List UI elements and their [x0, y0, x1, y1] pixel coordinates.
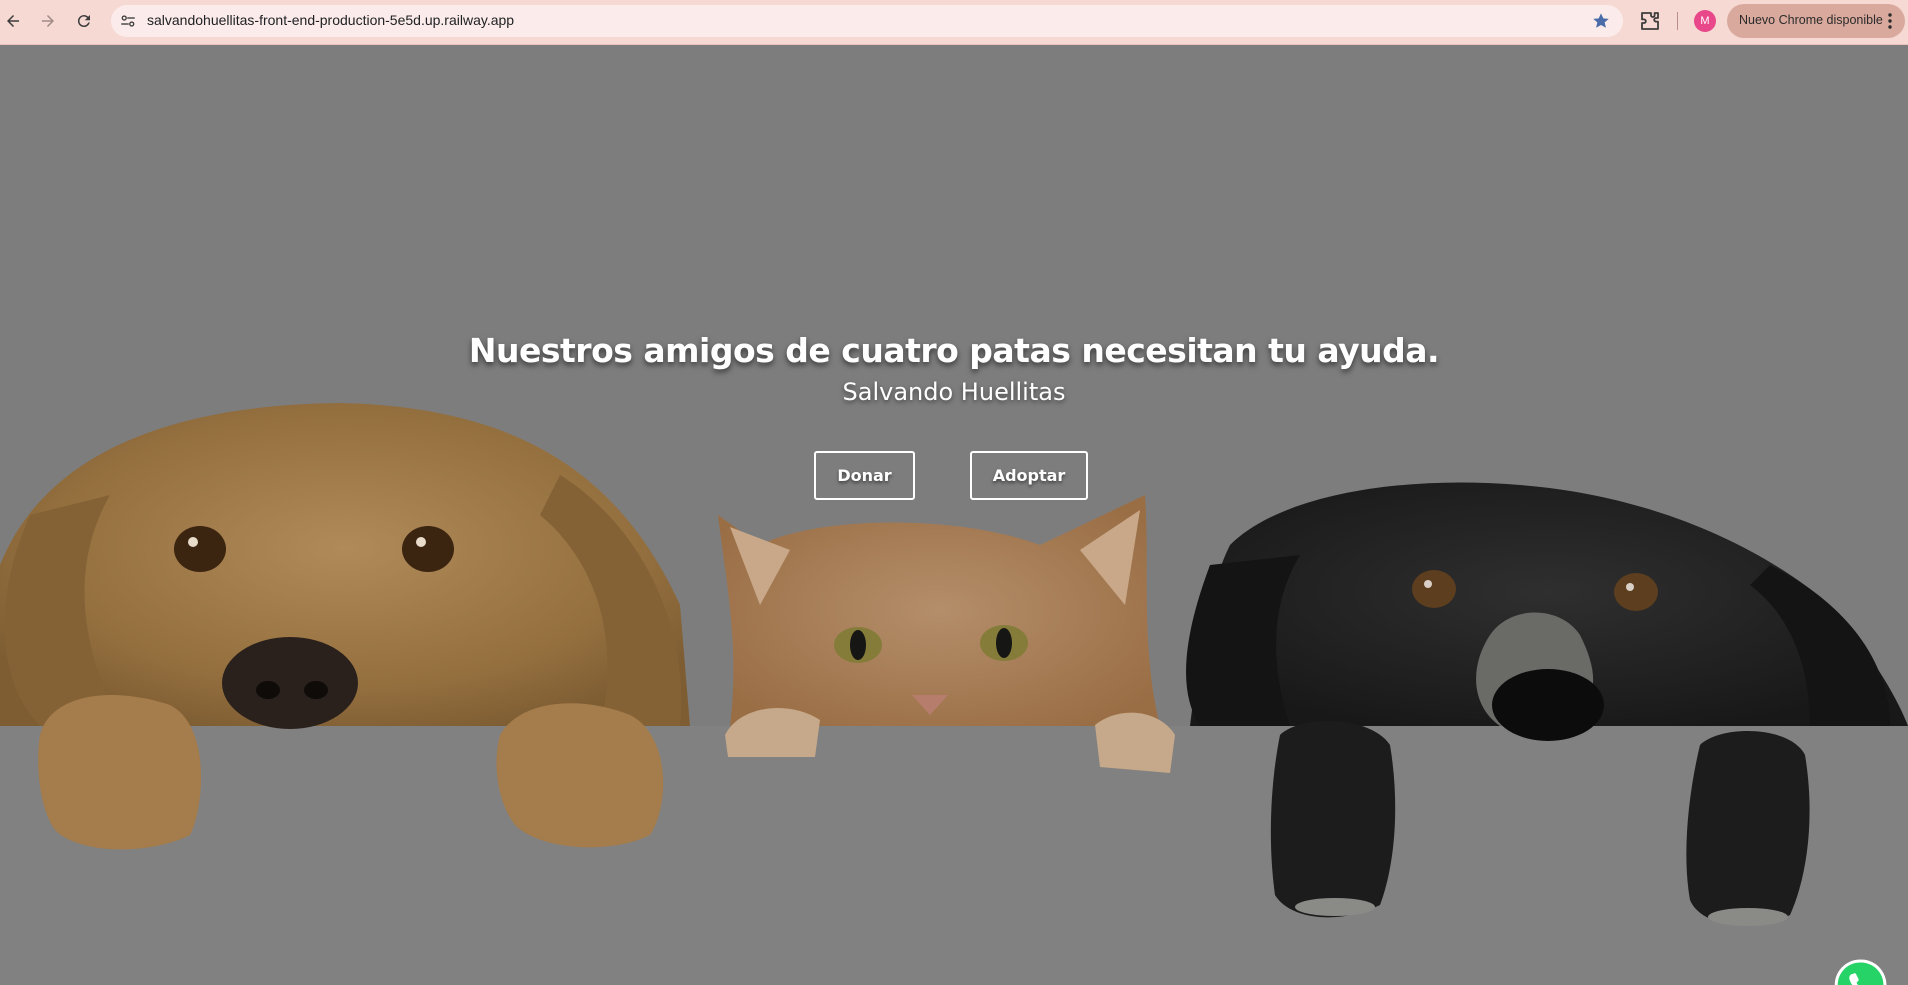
forward-button[interactable] [35, 8, 61, 34]
forward-icon [42, 15, 54, 27]
avatar-initial: M [1700, 15, 1710, 27]
address-bar[interactable]: salvandohuellitas-front-end-production-5… [111, 5, 1623, 37]
profile-avatar[interactable]: M [1694, 10, 1716, 32]
toolbar-divider [1677, 12, 1678, 30]
url-text[interactable]: salvandohuellitas-front-end-production-5… [147, 12, 514, 28]
chrome-update-button[interactable]: Nuevo Chrome disponible [1727, 4, 1905, 38]
reload-icon [77, 15, 90, 28]
whatsapp-icon[interactable] [1834, 958, 1888, 985]
kebab-menu-icon[interactable] [1883, 12, 1897, 30]
hero-title: Nuestros amigos de cuatro patas necesita… [468, 331, 1440, 370]
hero-section: Nuestros amigos de cuatro patas necesita… [0, 45, 1908, 985]
back-icon [7, 15, 19, 27]
reload-button[interactable] [71, 8, 97, 34]
extensions-icon[interactable] [1638, 9, 1662, 33]
back-button[interactable] [0, 8, 26, 34]
pets-hero-image [0, 403, 1908, 926]
black-dog [1186, 482, 1908, 926]
hero-subtitle: Salvando Huellitas [842, 378, 1066, 406]
site-settings-icon[interactable] [119, 12, 137, 30]
donate-button[interactable]: Donar [814, 451, 915, 500]
orange-cat [718, 495, 1175, 773]
bookmark-star-icon[interactable] [1591, 11, 1611, 31]
golden-dog [0, 403, 690, 850]
adopt-button[interactable]: Adoptar [970, 451, 1088, 500]
update-label: Nuevo Chrome disponible [1739, 13, 1883, 27]
browser-toolbar: salvandohuellitas-front-end-production-5… [0, 0, 1908, 45]
